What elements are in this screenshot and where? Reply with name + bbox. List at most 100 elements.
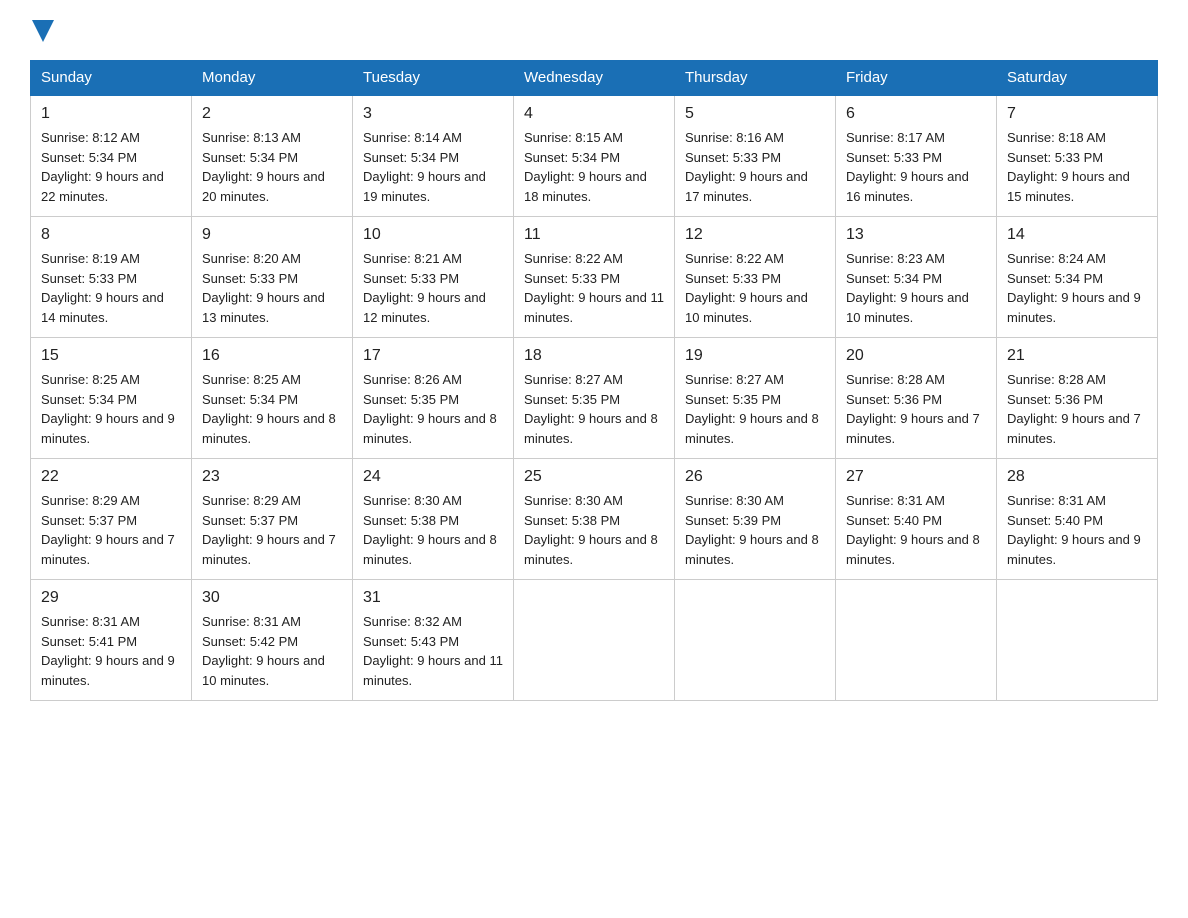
- day-info: Sunrise: 8:30 AMSunset: 5:38 PMDaylight:…: [363, 493, 497, 567]
- calendar-cell: 24Sunrise: 8:30 AMSunset: 5:38 PMDayligh…: [353, 459, 514, 580]
- calendar-cell: 16Sunrise: 8:25 AMSunset: 5:34 PMDayligh…: [192, 338, 353, 459]
- day-number: 16: [202, 344, 342, 368]
- calendar-body: 1Sunrise: 8:12 AMSunset: 5:34 PMDaylight…: [31, 95, 1158, 701]
- day-number: 29: [41, 586, 181, 610]
- calendar-cell: [675, 580, 836, 701]
- calendar-week-row: 8 Sunrise: 8:19 AMSunset: 5:33 PMDaylight…: [31, 217, 1158, 338]
- day-info: Sunrise: 8:20 AMSunset: 5:33 PMDaylight:…: [202, 251, 325, 325]
- day-info: Sunrise: 8:31 AMSunset: 5:40 PMDaylight:…: [1007, 493, 1141, 567]
- header-cell-friday: Friday: [836, 61, 997, 96]
- day-number: 25: [524, 465, 664, 489]
- day-info: Sunrise: 8:31 AMSunset: 5:40 PMDaylight:…: [846, 493, 980, 567]
- calendar-cell: 10Sunrise: 8:21 AMSunset: 5:33 PMDayligh…: [353, 217, 514, 338]
- header-cell-thursday: Thursday: [675, 61, 836, 96]
- calendar-cell: 5 Sunrise: 8:16 AMSunset: 5:33 PMDaylight…: [675, 95, 836, 217]
- calendar-cell: [836, 580, 997, 701]
- day-info: Sunrise: 8:30 AMSunset: 5:39 PMDaylight:…: [685, 493, 819, 567]
- day-info: Sunrise: 8:14 AMSunset: 5:34 PMDaylight:…: [363, 130, 486, 204]
- day-info: Sunrise: 8:15 AMSunset: 5:34 PMDaylight:…: [524, 130, 647, 204]
- calendar-cell: 19 Sunrise: 8:27 AMSunset: 5:35 PMDayligh…: [675, 338, 836, 459]
- day-info: Sunrise: 8:13 AMSunset: 5:34 PMDaylight:…: [202, 130, 325, 204]
- day-info: Sunrise: 8:16 AMSunset: 5:33 PMDaylight:…: [685, 130, 808, 204]
- day-number: 4: [524, 102, 664, 126]
- day-number: 9: [202, 223, 342, 247]
- day-info: Sunrise: 8:21 AMSunset: 5:33 PMDaylight:…: [363, 251, 486, 325]
- day-number: 15: [41, 344, 181, 368]
- calendar-cell: 2 Sunrise: 8:13 AMSunset: 5:34 PMDaylight…: [192, 95, 353, 217]
- calendar-cell: 4 Sunrise: 8:15 AMSunset: 5:34 PMDaylight…: [514, 95, 675, 217]
- calendar-cell: 21 Sunrise: 8:28 AMSunset: 5:36 PMDayligh…: [997, 338, 1158, 459]
- day-info: Sunrise: 8:26 AMSunset: 5:35 PMDaylight:…: [363, 372, 497, 446]
- day-info: Sunrise: 8:30 AMSunset: 5:38 PMDaylight:…: [524, 493, 658, 567]
- header-row: SundayMondayTuesdayWednesdayThursdayFrid…: [31, 61, 1158, 96]
- calendar-cell: 14 Sunrise: 8:24 AMSunset: 5:34 PMDayligh…: [997, 217, 1158, 338]
- calendar-cell: 25 Sunrise: 8:30 AMSunset: 5:38 PMDayligh…: [514, 459, 675, 580]
- day-info: Sunrise: 8:27 AMSunset: 5:35 PMDaylight:…: [685, 372, 819, 446]
- day-number: 5: [685, 102, 825, 126]
- header-cell-sunday: Sunday: [31, 61, 192, 96]
- calendar-cell: 26 Sunrise: 8:30 AMSunset: 5:39 PMDayligh…: [675, 459, 836, 580]
- calendar-cell: 8 Sunrise: 8:19 AMSunset: 5:33 PMDaylight…: [31, 217, 192, 338]
- logo: [30, 20, 54, 40]
- day-number: 2: [202, 102, 342, 126]
- calendar-cell: 15 Sunrise: 8:25 AMSunset: 5:34 PMDayligh…: [31, 338, 192, 459]
- day-info: Sunrise: 8:28 AMSunset: 5:36 PMDaylight:…: [1007, 372, 1141, 446]
- day-number: 7: [1007, 102, 1147, 126]
- logo-arrow-icon: [32, 20, 54, 42]
- day-number: 11: [524, 223, 664, 247]
- day-info: Sunrise: 8:31 AMSunset: 5:41 PMDaylight:…: [41, 614, 175, 688]
- day-number: 13: [846, 223, 986, 247]
- calendar-cell: 23 Sunrise: 8:29 AMSunset: 5:37 PMDayligh…: [192, 459, 353, 580]
- day-number: 30: [202, 586, 342, 610]
- day-number: 18: [524, 344, 664, 368]
- day-info: Sunrise: 8:19 AMSunset: 5:33 PMDaylight:…: [41, 251, 164, 325]
- day-number: 21: [1007, 344, 1147, 368]
- day-number: 23: [202, 465, 342, 489]
- calendar-cell: 9 Sunrise: 8:20 AMSunset: 5:33 PMDaylight…: [192, 217, 353, 338]
- day-number: 19: [685, 344, 825, 368]
- day-number: 14: [1007, 223, 1147, 247]
- calendar-cell: 29 Sunrise: 8:31 AMSunset: 5:41 PMDayligh…: [31, 580, 192, 701]
- day-info: Sunrise: 8:29 AMSunset: 5:37 PMDaylight:…: [202, 493, 336, 567]
- day-info: Sunrise: 8:18 AMSunset: 5:33 PMDaylight:…: [1007, 130, 1130, 204]
- calendar-cell: 17 Sunrise: 8:26 AMSunset: 5:35 PMDayligh…: [353, 338, 514, 459]
- calendar-week-row: 1Sunrise: 8:12 AMSunset: 5:34 PMDaylight…: [31, 95, 1158, 217]
- calendar-cell: [514, 580, 675, 701]
- day-number: 8: [41, 223, 181, 247]
- day-info: Sunrise: 8:25 AMSunset: 5:34 PMDaylight:…: [41, 372, 175, 446]
- header-cell-tuesday: Tuesday: [353, 61, 514, 96]
- day-number: 31: [363, 586, 503, 610]
- day-number: 22: [41, 465, 181, 489]
- calendar-cell: 31Sunrise: 8:32 AMSunset: 5:43 PMDayligh…: [353, 580, 514, 701]
- calendar-cell: 1Sunrise: 8:12 AMSunset: 5:34 PMDaylight…: [31, 95, 192, 217]
- header-cell-monday: Monday: [192, 61, 353, 96]
- day-info: Sunrise: 8:28 AMSunset: 5:36 PMDaylight:…: [846, 372, 980, 446]
- calendar-week-row: 29 Sunrise: 8:31 AMSunset: 5:41 PMDayligh…: [31, 580, 1158, 701]
- day-number: 20: [846, 344, 986, 368]
- day-info: Sunrise: 8:24 AMSunset: 5:34 PMDaylight:…: [1007, 251, 1141, 325]
- calendar-cell: 3Sunrise: 8:14 AMSunset: 5:34 PMDaylight…: [353, 95, 514, 217]
- day-info: Sunrise: 8:27 AMSunset: 5:35 PMDaylight:…: [524, 372, 658, 446]
- day-info: Sunrise: 8:31 AMSunset: 5:42 PMDaylight:…: [202, 614, 325, 688]
- calendar-table: SundayMondayTuesdayWednesdayThursdayFrid…: [30, 60, 1158, 701]
- day-info: Sunrise: 8:22 AMSunset: 5:33 PMDaylight:…: [685, 251, 808, 325]
- calendar-cell: 7 Sunrise: 8:18 AMSunset: 5:33 PMDaylight…: [997, 95, 1158, 217]
- calendar-cell: 30 Sunrise: 8:31 AMSunset: 5:42 PMDayligh…: [192, 580, 353, 701]
- day-number: 26: [685, 465, 825, 489]
- calendar-cell: 22 Sunrise: 8:29 AMSunset: 5:37 PMDayligh…: [31, 459, 192, 580]
- calendar-cell: 28 Sunrise: 8:31 AMSunset: 5:40 PMDayligh…: [997, 459, 1158, 580]
- calendar-cell: 6Sunrise: 8:17 AMSunset: 5:33 PMDaylight…: [836, 95, 997, 217]
- header-cell-wednesday: Wednesday: [514, 61, 675, 96]
- calendar-cell: 18 Sunrise: 8:27 AMSunset: 5:35 PMDayligh…: [514, 338, 675, 459]
- page-header: [30, 20, 1158, 40]
- calendar-week-row: 22 Sunrise: 8:29 AMSunset: 5:37 PMDayligh…: [31, 459, 1158, 580]
- day-number: 17: [363, 344, 503, 368]
- day-info: Sunrise: 8:22 AMSunset: 5:33 PMDaylight:…: [524, 251, 664, 325]
- day-info: Sunrise: 8:23 AMSunset: 5:34 PMDaylight:…: [846, 251, 969, 325]
- calendar-cell: [997, 580, 1158, 701]
- day-info: Sunrise: 8:17 AMSunset: 5:33 PMDaylight:…: [846, 130, 969, 204]
- calendar-cell: 20 Sunrise: 8:28 AMSunset: 5:36 PMDayligh…: [836, 338, 997, 459]
- day-info: Sunrise: 8:29 AMSunset: 5:37 PMDaylight:…: [41, 493, 175, 567]
- day-number: 28: [1007, 465, 1147, 489]
- calendar-week-row: 15 Sunrise: 8:25 AMSunset: 5:34 PMDayligh…: [31, 338, 1158, 459]
